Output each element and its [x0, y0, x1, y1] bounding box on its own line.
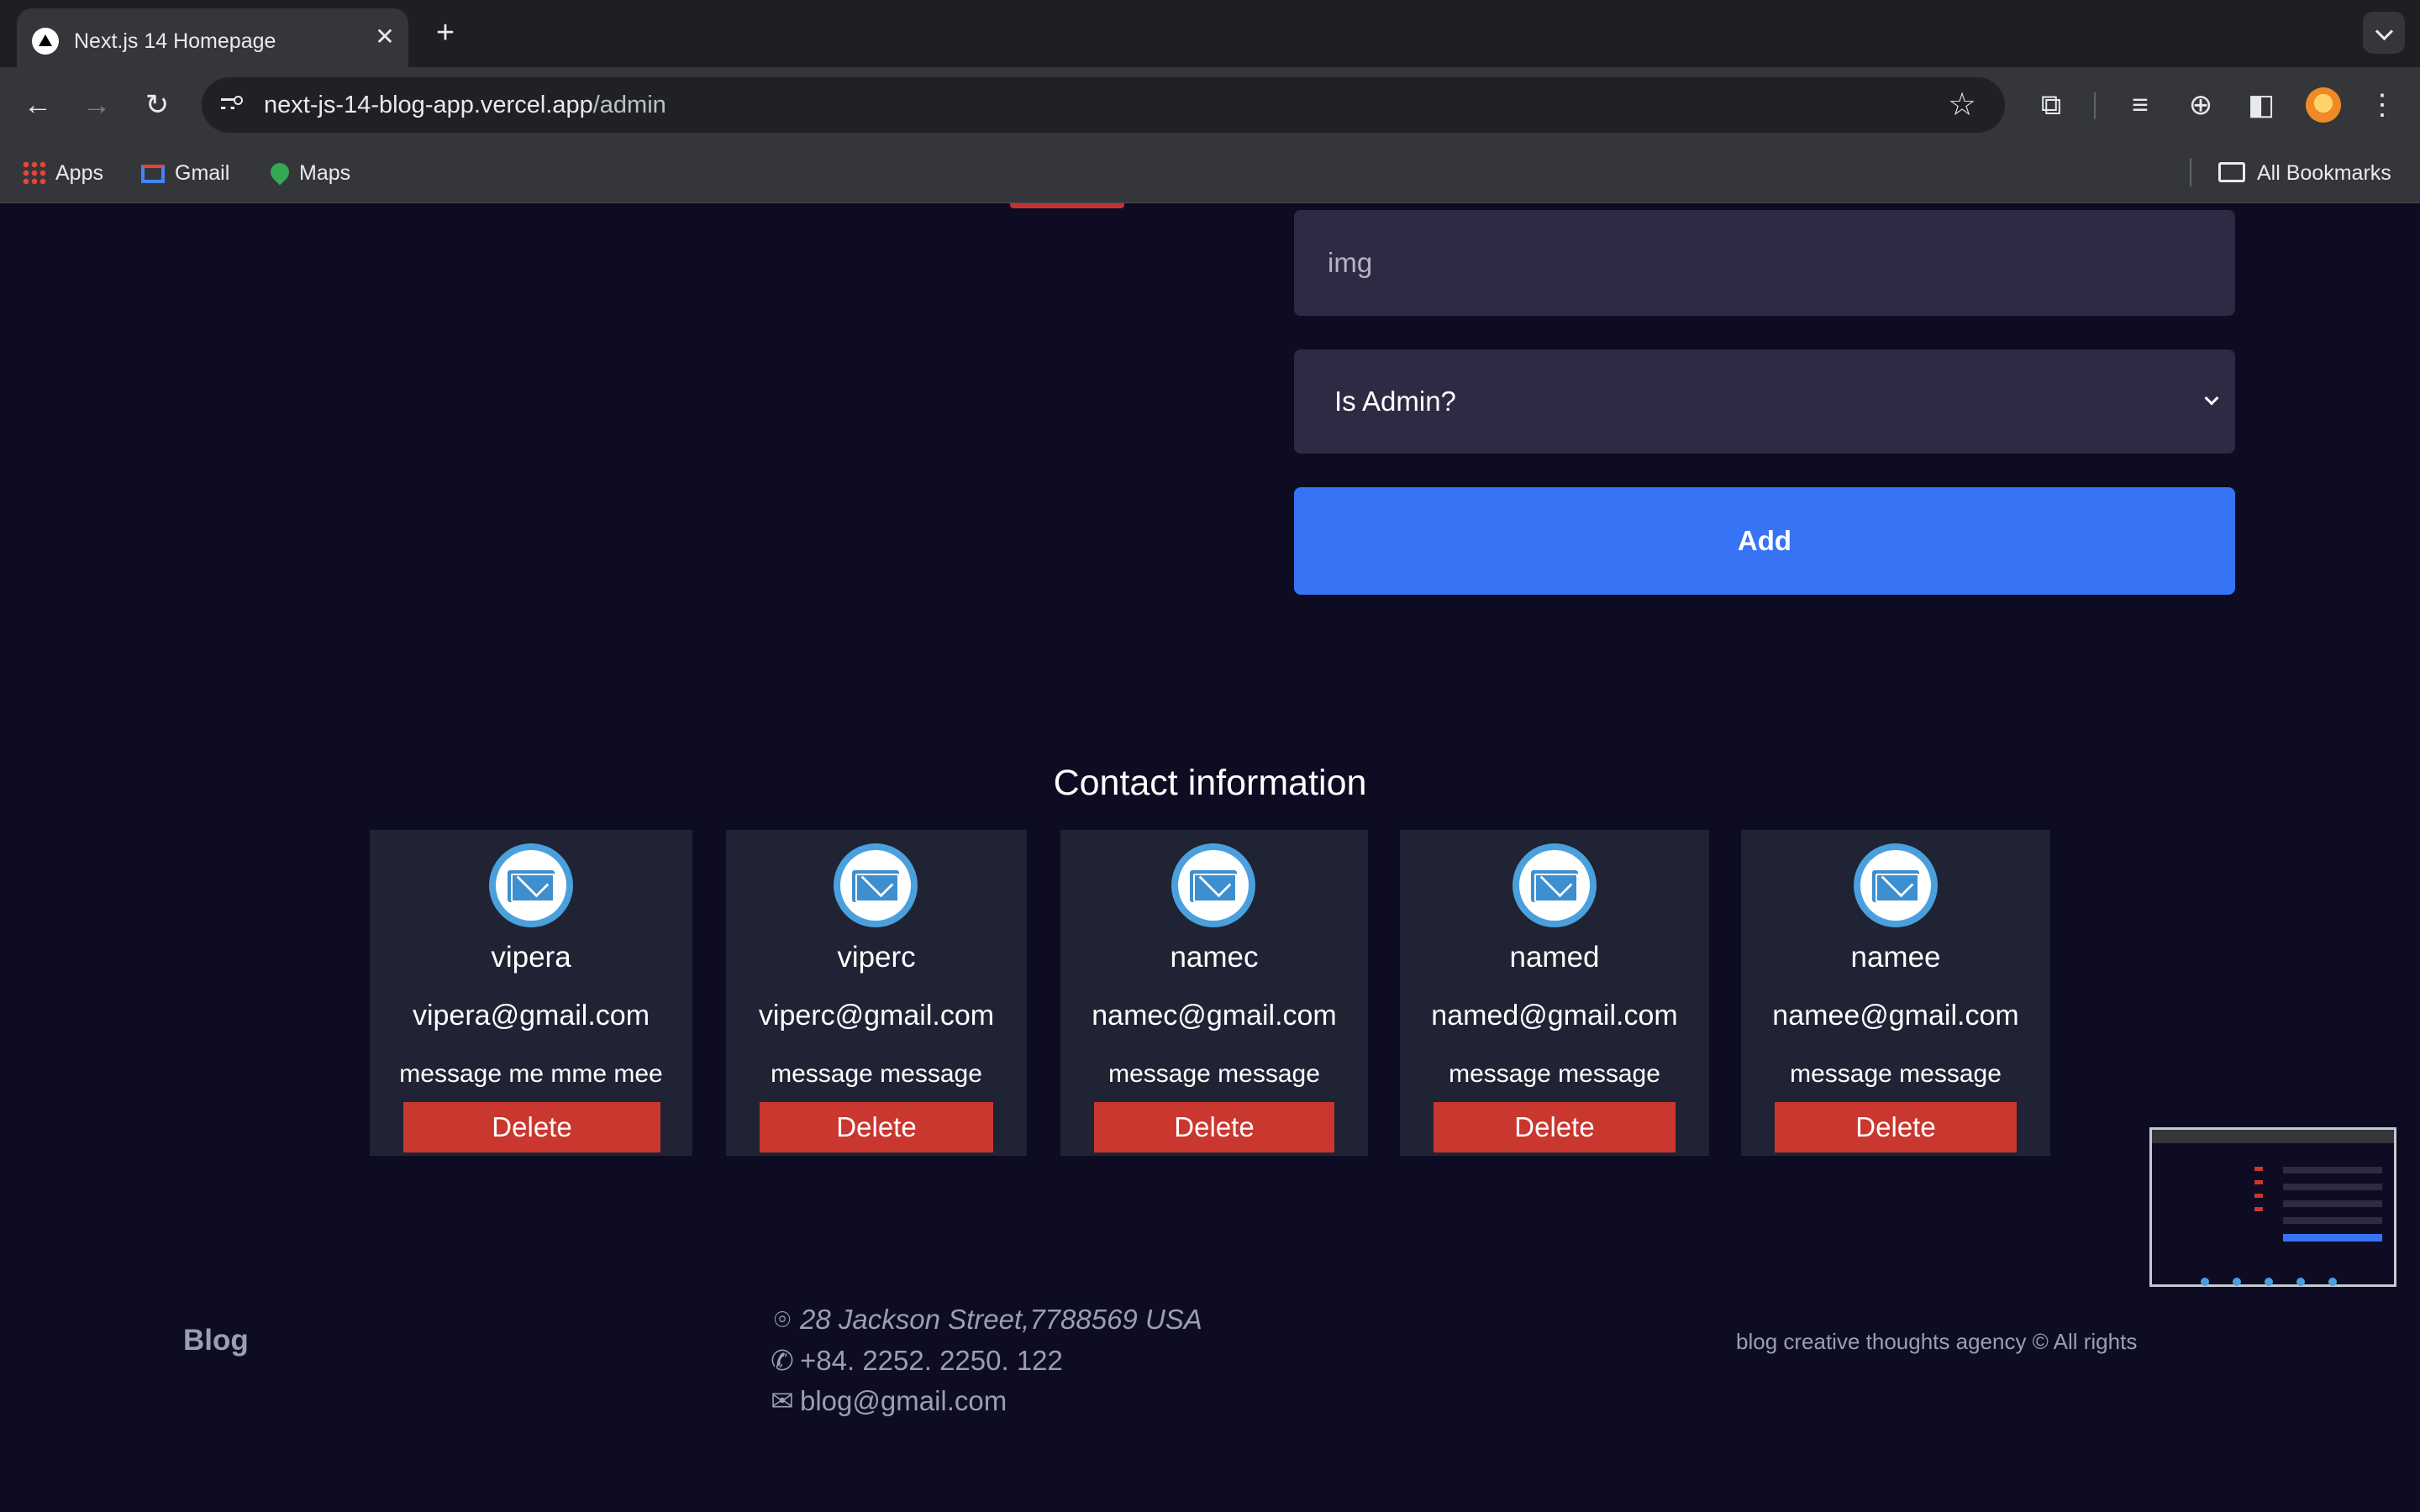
url-text[interactable]: next-js-14-blog-app.vercel.app/admin	[264, 92, 666, 119]
img-placeholder: img	[1328, 247, 1373, 278]
address-bar[interactable]: next-js-14-blog-app.vercel.app/admin ☆	[202, 77, 2005, 133]
browser-toolbar: ← → ↻ next-js-14-blog-app.vercel.app/adm…	[0, 67, 2420, 143]
gmail-icon	[141, 165, 165, 184]
envelope-icon	[489, 843, 573, 927]
reload-icon[interactable]: ↻	[136, 84, 178, 126]
admin-page: img Is Admin? Add Contact information vi…	[0, 203, 2420, 1512]
footer-phone: ✆ +84. 2252. 2250. 122	[771, 1345, 1063, 1376]
contact-name: namee	[1850, 941, 1941, 974]
bookmarks-divider	[2190, 158, 2191, 186]
bookmark-apps[interactable]: Apps	[22, 160, 103, 186]
footer-logo[interactable]: Blog	[183, 1324, 249, 1357]
location-pin-icon: ⌾	[774, 1304, 791, 1335]
forward-arrow-icon[interactable]: →	[76, 84, 118, 126]
delete-button[interactable]: Delete	[403, 1102, 660, 1152]
maps-icon	[266, 159, 293, 186]
chevron-down-icon	[2204, 391, 2219, 406]
add-user-button[interactable]: Add	[1294, 487, 2235, 595]
footer-copyright: blog creative thoughts agency © All righ…	[1736, 1329, 2138, 1354]
browser-tab-active[interactable]: Next.js 14 Homepage ✕	[17, 8, 408, 67]
side-panel-icon[interactable]: ◧	[2240, 84, 2282, 126]
menu-kebab-icon[interactable]: ⋮	[2361, 84, 2403, 126]
extensions-puzzle-icon[interactable]: ⧉	[2030, 84, 2072, 126]
contact-name: named	[1509, 941, 1600, 974]
phone-icon: ✆	[771, 1345, 794, 1376]
contact-card: viperc viperc@gmail.com message message …	[726, 830, 1027, 1156]
contact-message: message me mme mee	[399, 1060, 663, 1088]
toolbar-divider	[2094, 92, 2096, 119]
contact-message: message message	[771, 1060, 982, 1088]
footer-email: ✉ blog@gmail.com	[771, 1385, 1007, 1416]
is-admin-select[interactable]: Is Admin?	[1294, 349, 2235, 454]
is-admin-select-value: Is Admin?	[1334, 386, 1456, 417]
tab-title: Next.js 14 Homepage	[74, 29, 276, 53]
all-bookmarks[interactable]: All Bookmarks	[2218, 160, 2391, 186]
bookmarks-bar: Apps Gmail Maps All Bookmarks	[0, 143, 2420, 203]
delete-button[interactable]: Delete	[760, 1102, 993, 1152]
delete-button[interactable]: Delete	[1094, 1102, 1334, 1152]
contact-email: namec@gmail.com	[1092, 1000, 1337, 1032]
contact-card: named named@gmail.com message message De…	[1400, 830, 1709, 1156]
partial-delete-button[interactable]	[1010, 203, 1124, 208]
contact-section-title: Contact information	[1053, 763, 1367, 803]
reading-list-icon[interactable]: ≡	[2119, 84, 2161, 126]
mail-icon: ✉	[771, 1385, 794, 1416]
screenshot-preview-thumbnail[interactable]	[2149, 1127, 2396, 1287]
contact-email: namee@gmail.com	[1772, 1000, 2019, 1032]
contact-message: message message	[1449, 1060, 1660, 1088]
footer-address: ⌾ 28 Jackson Street,7788569 USA	[770, 1304, 1202, 1336]
contact-name: viperc	[837, 941, 916, 974]
tab-search-chevron-icon[interactable]	[2363, 12, 2405, 54]
envelope-icon	[1171, 843, 1255, 927]
envelope-icon	[834, 843, 918, 927]
contact-message: message message	[1790, 1060, 2002, 1088]
contact-name: namec	[1170, 941, 1259, 974]
back-arrow-icon[interactable]: ←	[17, 84, 59, 126]
contact-card: vipera vipera@gmail.com message me mme m…	[370, 830, 692, 1156]
bookmark-maps[interactable]: Maps	[266, 159, 350, 186]
tab-close-icon[interactable]: ✕	[370, 22, 400, 52]
bookmark-gmail[interactable]: Gmail	[141, 160, 229, 186]
contact-card: namee namee@gmail.com message message De…	[1741, 830, 2050, 1156]
profile-avatar[interactable]	[2306, 87, 2341, 123]
apps-grid-icon	[22, 160, 45, 185]
folder-icon	[2218, 162, 2245, 183]
contact-message: message message	[1108, 1060, 1320, 1088]
browser-tab-bar: Next.js 14 Homepage ✕ +	[0, 0, 2420, 67]
contact-email: vipera@gmail.com	[412, 1000, 650, 1032]
contact-email: viperc@gmail.com	[758, 1000, 995, 1032]
site-info-tune-icon[interactable]	[215, 89, 247, 121]
img-input[interactable]: img	[1294, 210, 2235, 316]
new-tab-plus-icon[interactable]: +	[429, 17, 462, 50]
nextjs-favicon-icon	[32, 28, 59, 55]
contact-card: namec namec@gmail.com message message De…	[1060, 830, 1368, 1156]
envelope-icon	[1512, 843, 1597, 927]
delete-button[interactable]: Delete	[1434, 1102, 1676, 1152]
bookmark-star-icon[interactable]: ☆	[1943, 86, 1981, 124]
download-icon[interactable]: ⊕	[2180, 84, 2222, 126]
contact-email: named@gmail.com	[1431, 1000, 1678, 1032]
contact-name: vipera	[491, 941, 571, 974]
delete-button[interactable]: Delete	[1775, 1102, 2017, 1152]
envelope-icon	[1854, 843, 1938, 927]
